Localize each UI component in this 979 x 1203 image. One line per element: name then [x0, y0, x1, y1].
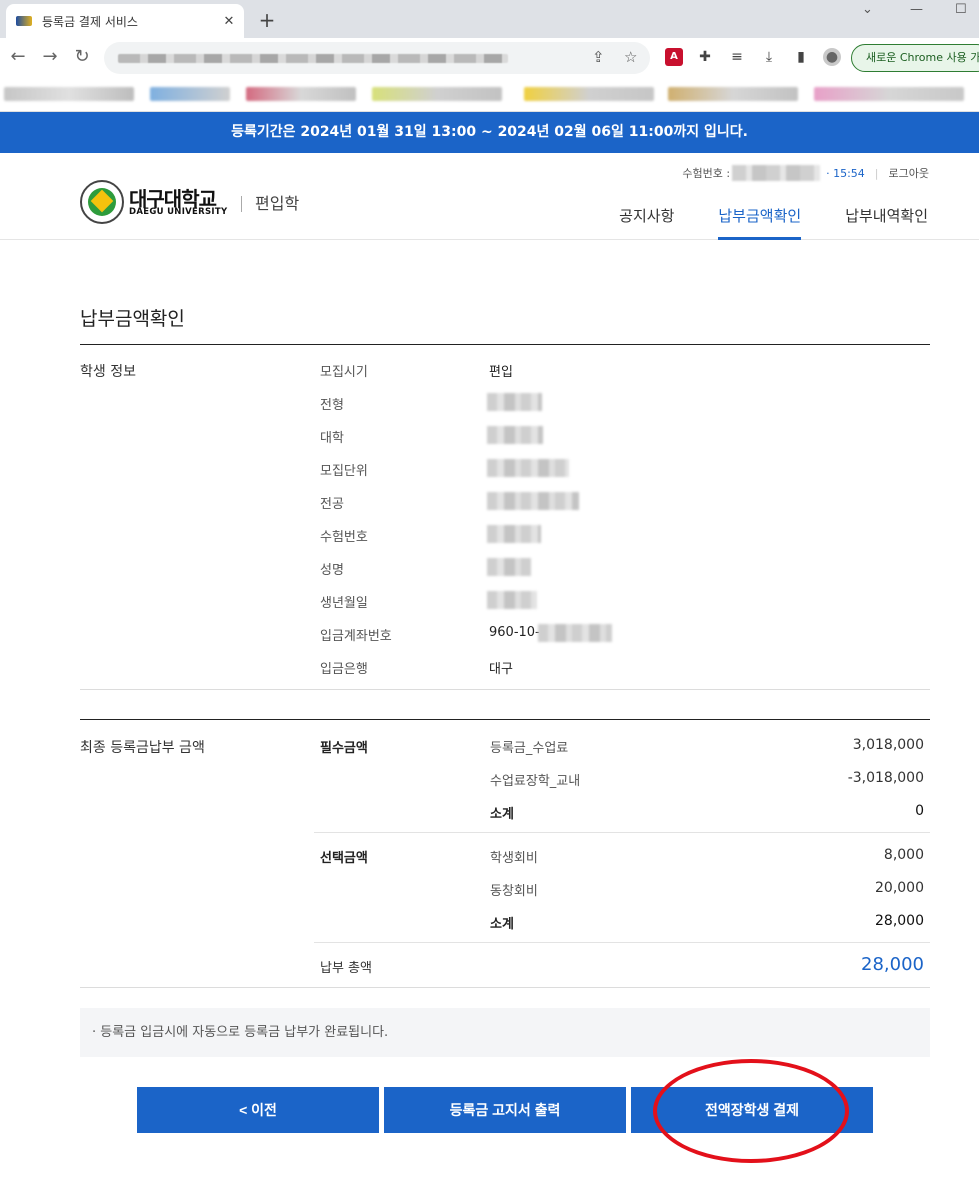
info-label: 전공 — [320, 497, 344, 512]
print-invoice-button[interactable]: 등록금 고지서 출력 — [384, 1087, 626, 1133]
bookmarks-bar — [0, 78, 979, 112]
session-timer: · 15:54 — [826, 166, 865, 180]
prev-button[interactable]: < 이전 — [137, 1087, 379, 1133]
pdf-extension-icon[interactable]: A — [665, 48, 683, 66]
bookmark-item[interactable] — [246, 87, 356, 101]
browser-tab[interactable]: 등록금 결제 서비스 ✕ — [6, 4, 244, 38]
section-divider — [80, 689, 930, 690]
logo-subtitle: 편입학 — [255, 194, 300, 213]
redacted-value — [487, 459, 569, 477]
redacted-exam-number — [732, 165, 821, 181]
download-icon[interactable]: ⤓ — [760, 48, 778, 66]
logo-english[interactable]: DAEGU UNIVERSITY — [129, 207, 227, 217]
bank-name: 대구 — [489, 662, 513, 677]
university-emblem-icon[interactable] — [80, 180, 124, 224]
fee-amount: 20,000 — [875, 880, 924, 896]
fee-amount: 3,018,000 — [852, 737, 924, 753]
fee-amount: -3,018,000 — [847, 770, 924, 786]
main-nav: 공지사항 납부금액확인 납부내역확인 — [575, 205, 928, 240]
info-label: 생년월일 — [320, 596, 368, 611]
redacted-value — [487, 558, 531, 576]
address-bar[interactable]: ⇪ ☆ — [104, 42, 650, 74]
redacted-value — [487, 525, 541, 543]
full-scholarship-pay-button[interactable]: 전액장학생 결제 — [631, 1087, 873, 1133]
redacted-value — [487, 426, 543, 444]
maximize-icon[interactable]: ☐ — [955, 2, 967, 17]
total-amount: 28,000 — [861, 954, 924, 975]
redacted-value — [487, 591, 537, 609]
info-label: 수험번호 — [320, 530, 368, 545]
nav-payment-history[interactable]: 납부내역확인 — [845, 205, 928, 240]
total-label: 납부 총액 — [320, 961, 372, 976]
fee-section: 최종 등록금납부 금액 필수금액 등록금_수업료 3,018,000 수업료장학… — [80, 719, 930, 989]
fee-name: 동창회비 — [490, 884, 538, 899]
info-label: 입금은행 — [320, 662, 368, 677]
site-header: 대구대학교 DAEGU UNIVERSITY 편입학 수험번호 : · 15:5… — [0, 153, 979, 240]
registration-period-banner: 등록기간은 2024년 01월 31일 13:00 ~ 2024년 02월 06… — [0, 112, 979, 153]
fee-name: 등록금_수업료 — [490, 741, 569, 756]
exam-number-label: 수험번호 : — [682, 167, 731, 180]
bookmark-item[interactable] — [668, 87, 798, 101]
redacted-value — [487, 492, 579, 510]
user-utility: 수험번호 : · 15:54 | 로그아웃 — [682, 165, 929, 181]
share-icon[interactable]: ⇪ — [592, 48, 605, 66]
required-fee-label: 필수금액 — [320, 741, 368, 756]
bookmark-item[interactable] — [524, 87, 654, 101]
fee-divider — [314, 942, 930, 943]
bookmark-star-icon[interactable]: ☆ — [624, 48, 637, 66]
close-icon[interactable]: ✕ — [218, 14, 240, 29]
fee-divider — [314, 832, 930, 833]
account-number: 960-10- — [489, 625, 540, 640]
forward-icon[interactable]: → — [38, 46, 62, 67]
tab-search-icon[interactable]: ⌄ — [862, 2, 873, 17]
student-info-section: 학생 정보 모집시기 편입 전형 대학 모집단위 전공 수험번호 성명 생년월일… — [80, 344, 930, 690]
subtotal-amount: 28,000 — [875, 913, 924, 929]
nav-payment-check[interactable]: 납부금액확인 — [718, 205, 802, 240]
logout-link[interactable]: 로그아웃 — [889, 165, 929, 181]
bookmark-item[interactable] — [372, 87, 502, 101]
info-label: 모집단위 — [320, 464, 368, 479]
new-tab-button[interactable]: + — [256, 8, 278, 32]
bookmark-item[interactable] — [150, 87, 230, 101]
info-value: 편입 — [489, 365, 513, 380]
minimize-icon[interactable]: — — [910, 2, 923, 17]
bookmark-item[interactable] — [814, 87, 964, 101]
fee-amount: 8,000 — [883, 847, 924, 863]
section-divider — [80, 987, 930, 988]
back-icon[interactable]: ← — [6, 46, 30, 67]
reading-list-icon[interactable]: ≡ — [728, 48, 746, 66]
logo-divider — [241, 196, 242, 212]
fee-name: 학생회비 — [490, 851, 538, 866]
info-label: 전형 — [320, 398, 344, 413]
new-chrome-button[interactable]: 새로운 Chrome 사용 가 — [851, 44, 979, 72]
browser-toolbar: ← → ↻ ⇪ ☆ A ✚ ≡ ⤓ ▮ ● 새로운 Chrome 사용 가 — [0, 38, 979, 78]
fee-name: 수업료장학_교내 — [490, 774, 581, 789]
section-title: 학생 정보 — [80, 364, 136, 380]
site-favicon-icon — [16, 16, 32, 26]
redacted-value — [487, 393, 542, 411]
side-panel-icon[interactable]: ▮ — [792, 48, 810, 66]
tab-title: 등록금 결제 서비스 — [42, 14, 138, 29]
payment-notice: · 등록금 입금시에 자동으로 등록금 납부가 완료됩니다. — [80, 1008, 930, 1057]
info-label: 모집시기 — [320, 365, 368, 380]
subtotal-amount: 0 — [915, 803, 924, 819]
subtotal-label: 소계 — [490, 917, 514, 932]
page-title: 납부금액확인 — [80, 308, 185, 330]
info-label: 대학 — [320, 431, 344, 446]
extensions-puzzle-icon[interactable]: ✚ — [696, 48, 714, 66]
redacted-url — [118, 54, 508, 63]
profile-avatar-icon[interactable]: ● — [823, 48, 841, 66]
info-label: 입금계좌번호 — [320, 629, 392, 644]
subtotal-label: 소계 — [490, 807, 514, 822]
optional-fee-label: 선택금액 — [320, 851, 368, 866]
redacted-value — [538, 624, 612, 642]
browser-tabstrip: 등록금 결제 서비스 ✕ + ⌄ — ☐ — [0, 0, 979, 38]
divider: | — [874, 166, 879, 180]
reload-icon[interactable]: ↻ — [70, 46, 94, 67]
nav-notice[interactable]: 공지사항 — [619, 205, 674, 240]
info-label: 성명 — [320, 563, 344, 578]
bookmark-item[interactable] — [4, 87, 134, 101]
section-title: 최종 등록금납부 금액 — [80, 740, 205, 756]
